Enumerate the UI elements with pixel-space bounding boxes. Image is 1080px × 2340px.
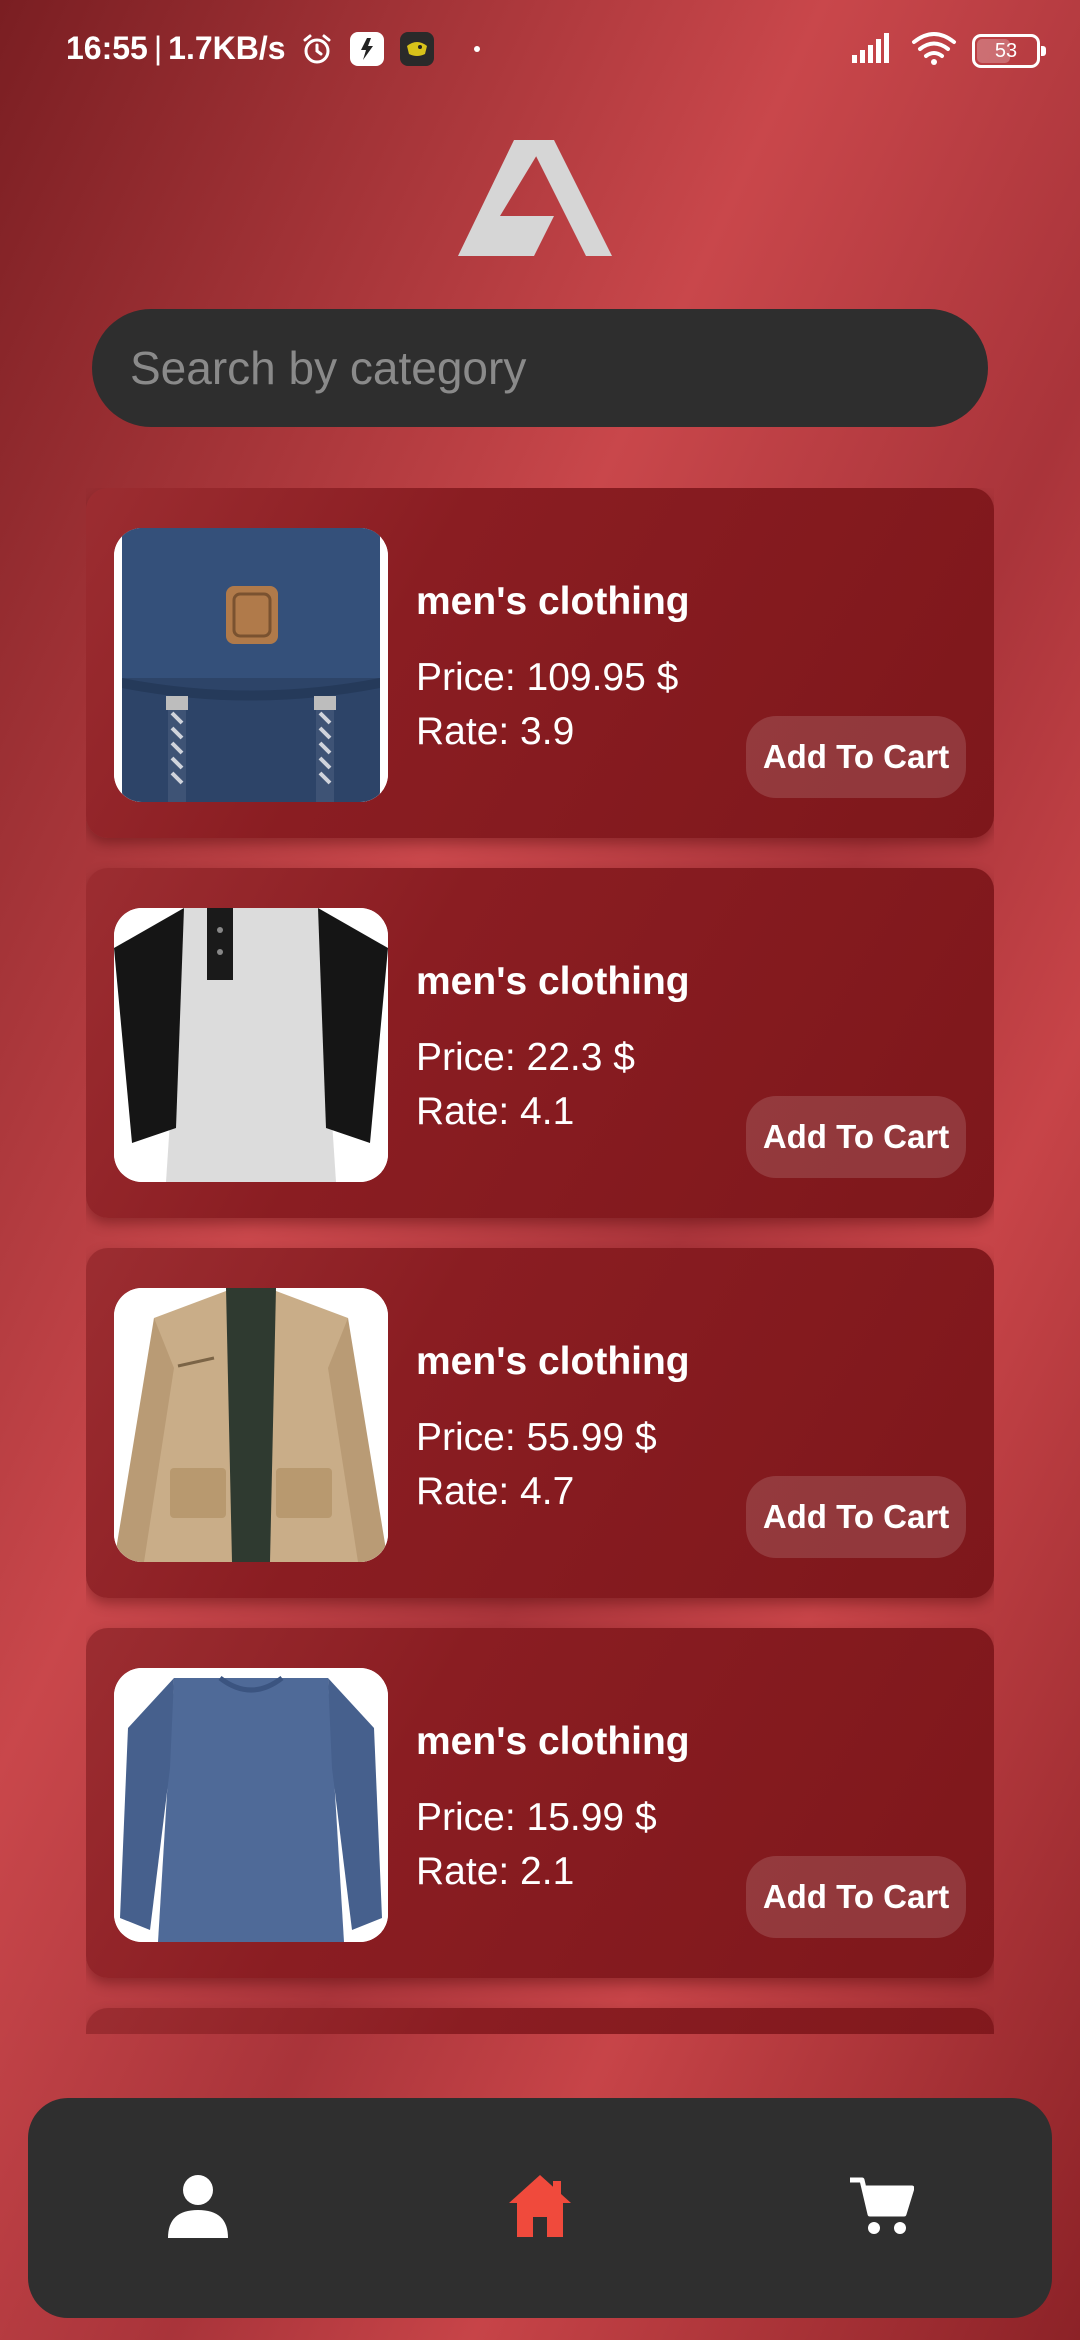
game-notification-icon xyxy=(399,31,434,66)
search-bar[interactable] xyxy=(92,309,988,427)
product-rate: Rate: 3.9 xyxy=(416,710,575,753)
product-image-longsleeve xyxy=(114,1668,388,1942)
product-category: men's clothing xyxy=(416,960,690,1003)
battery-icon: 53 xyxy=(972,33,1046,68)
product-card-partial[interactable] xyxy=(86,2008,994,2034)
product-card[interactable]: men's clothing Price: 55.99 $ Rate: 4.7 … xyxy=(86,1248,994,1598)
add-to-cart-button[interactable]: Add To Cart xyxy=(746,1096,966,1178)
product-card[interactable]: men's clothing Price: 109.95 $ Rate: 3.9… xyxy=(86,488,994,838)
cart-icon xyxy=(850,2176,915,2241)
person-icon xyxy=(168,2174,228,2243)
product-price: Price: 15.99 $ xyxy=(416,1796,657,1839)
network-speed: 1.7KB/s xyxy=(168,30,286,66)
product-rate: Rate: 2.1 xyxy=(416,1850,575,1893)
add-to-cart-button[interactable]: Add To Cart xyxy=(746,1476,966,1558)
product-category: men's clothing xyxy=(416,1720,690,1763)
home-icon xyxy=(507,2173,573,2244)
app-notification-icon xyxy=(349,31,384,66)
product-rate: Rate: 4.7 xyxy=(416,1470,575,1513)
status-separator: | xyxy=(153,30,163,66)
status-time: 16:55 xyxy=(66,30,148,66)
nav-profile-button[interactable] xyxy=(158,2168,238,2248)
product-image-jacket xyxy=(114,1288,388,1562)
nav-cart-button[interactable] xyxy=(842,2168,922,2248)
product-price: Price: 55.99 $ xyxy=(416,1416,657,1459)
app-logo xyxy=(458,140,612,256)
battery-level: 53 xyxy=(994,39,1018,62)
alarm-icon xyxy=(300,32,334,66)
status-bar: 16:55 | 1.7KB/s 53 xyxy=(0,0,1080,100)
product-card[interactable]: men's clothing Price: 15.99 $ Rate: 2.1 … xyxy=(86,1628,994,1978)
product-category: men's clothing xyxy=(416,1340,690,1383)
status-right: 53 xyxy=(852,30,1046,71)
signal-icon xyxy=(852,33,896,68)
product-card[interactable]: men's clothing Price: 22.3 $ Rate: 4.1 A… xyxy=(86,868,994,1218)
product-price: Price: 109.95 $ xyxy=(416,656,679,699)
bottom-navigation xyxy=(28,2098,1052,2318)
product-image-shirt xyxy=(114,908,388,1182)
status-left: 16:55 | 1.7KB/s xyxy=(66,30,480,67)
search-input[interactable] xyxy=(128,340,952,396)
product-price: Price: 22.3 $ xyxy=(416,1036,635,1079)
add-to-cart-button[interactable]: Add To Cart xyxy=(746,716,966,798)
product-rate: Rate: 4.1 xyxy=(416,1090,575,1133)
product-category: men's clothing xyxy=(416,580,690,623)
nav-home-button[interactable] xyxy=(500,2168,580,2248)
add-to-cart-button[interactable]: Add To Cart xyxy=(746,1856,966,1938)
wifi-icon xyxy=(910,30,958,71)
more-notifications-dot xyxy=(473,45,480,52)
product-image-backpack xyxy=(114,528,388,802)
product-list[interactable]: men's clothing Price: 109.95 $ Rate: 3.9… xyxy=(86,488,994,2034)
